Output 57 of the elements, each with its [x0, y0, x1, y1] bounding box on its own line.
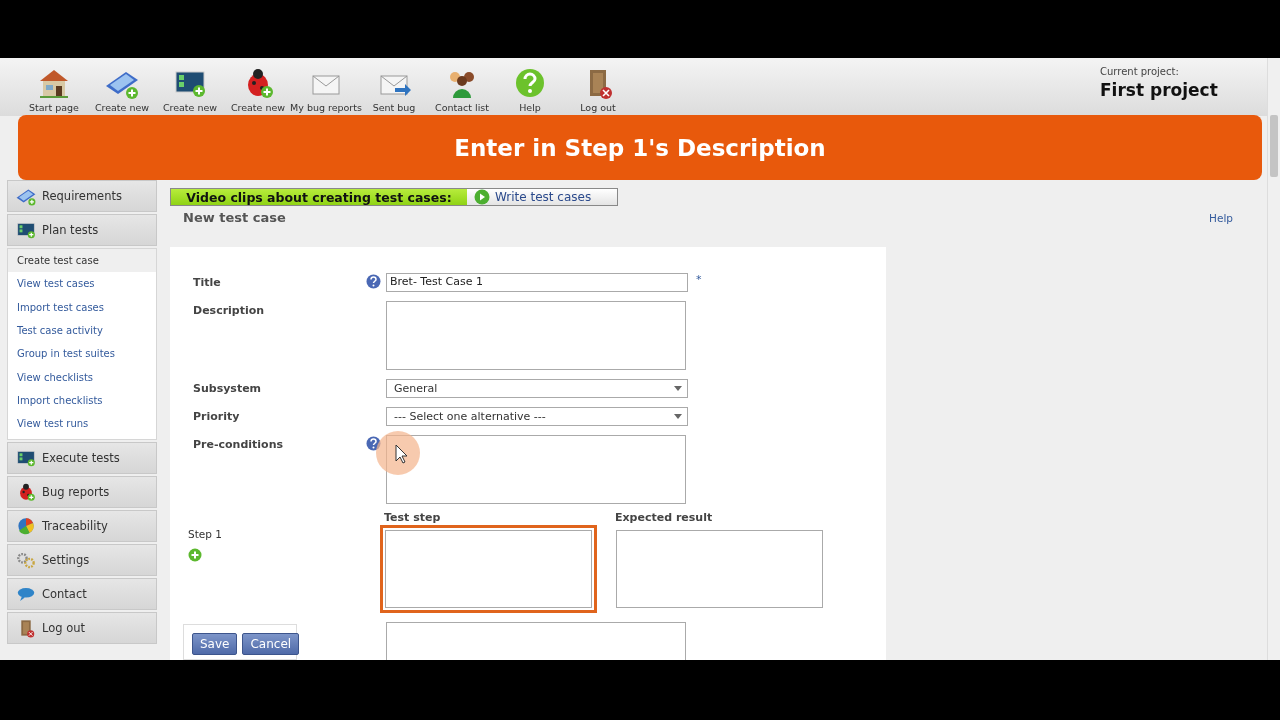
column-label: Expected result — [614, 511, 714, 525]
text-area[interactable] — [616, 530, 823, 608]
field-label: Priority — [193, 409, 241, 423]
required-mark: * — [696, 273, 702, 286]
text-area[interactable] — [386, 301, 686, 370]
dropdown-arrow-icon — [674, 414, 682, 419]
column-label: Test step — [383, 511, 442, 525]
form-button[interactable]: Save — [192, 633, 238, 655]
sidebar-section[interactable]: Log out — [7, 612, 157, 645]
text-field[interactable]: Bret- Test Case 1 — [386, 273, 688, 292]
scrollbar[interactable] — [1267, 58, 1280, 660]
submenu-link[interactable]: View test cases — [8, 272, 156, 296]
step-label: Step 1 — [188, 528, 223, 540]
sidebar-section[interactable]: Requirements — [7, 180, 157, 212]
form-button[interactable]: Cancel — [242, 633, 300, 655]
dropdown-arrow-icon — [674, 386, 682, 391]
submenu-link[interactable]: Group in test suites — [8, 342, 156, 366]
gears-icon — [16, 550, 36, 571]
submenu-link[interactable]: View checklists — [8, 365, 156, 389]
pie-icon — [16, 516, 36, 537]
help-icon — [513, 66, 547, 100]
toolbar-button[interactable]: My bug reports — [292, 58, 360, 116]
project-name: First project — [1100, 80, 1219, 100]
toolbar-button[interactable]: Help — [496, 58, 564, 116]
toolbar-button[interactable]: Start page — [20, 58, 88, 116]
field-label: Title — [193, 275, 222, 289]
sidebar-section[interactable]: Bug reports — [7, 476, 157, 509]
current-project-caption: Current project: — [1100, 66, 1180, 77]
field-label: Description — [193, 303, 266, 317]
sidebar-section[interactable]: Settings — [7, 544, 157, 577]
toolbar-button[interactable]: Create new — [156, 58, 224, 116]
sidebar-section[interactable]: Traceability — [7, 510, 157, 543]
sidebar-section[interactable]: Contact — [7, 578, 157, 611]
submenu-link[interactable]: View test runs — [8, 412, 156, 436]
submenu-link[interactable]: Import checklists — [8, 388, 156, 413]
video-link[interactable]: Write test cases — [467, 189, 617, 205]
sidebar-section[interactable]: Execute tests — [7, 442, 157, 475]
submenu-link[interactable]: Import test cases — [8, 295, 156, 319]
text-area[interactable] — [386, 435, 686, 504]
panel-icon — [16, 448, 36, 469]
submenu-link[interactable]: Create test case — [8, 249, 156, 273]
toolbar-button[interactable]: Contact list — [428, 58, 496, 116]
cursor-icon — [376, 431, 422, 477]
add-icon[interactable] — [188, 548, 202, 562]
video-caption: Video clips about creating test cases: — [171, 189, 467, 205]
dropdown[interactable]: --- Select one alternative --- — [386, 407, 688, 426]
submenu-link[interactable]: Test case activity — [8, 318, 156, 343]
panel-icon — [16, 220, 36, 240]
field-label: Subsystem — [193, 381, 263, 395]
play-icon — [474, 189, 490, 205]
help-link[interactable]: Help — [1209, 211, 1233, 224]
help-icon[interactable] — [366, 274, 381, 289]
dropdown[interactable]: General — [386, 379, 688, 398]
instruction-banner: Enter in Step 1's Description — [18, 115, 1262, 180]
sidebar-section[interactable]: Plan tests — [7, 214, 157, 246]
page-title: New test case — [183, 210, 286, 225]
field-label: Pre-conditions — [193, 437, 285, 451]
